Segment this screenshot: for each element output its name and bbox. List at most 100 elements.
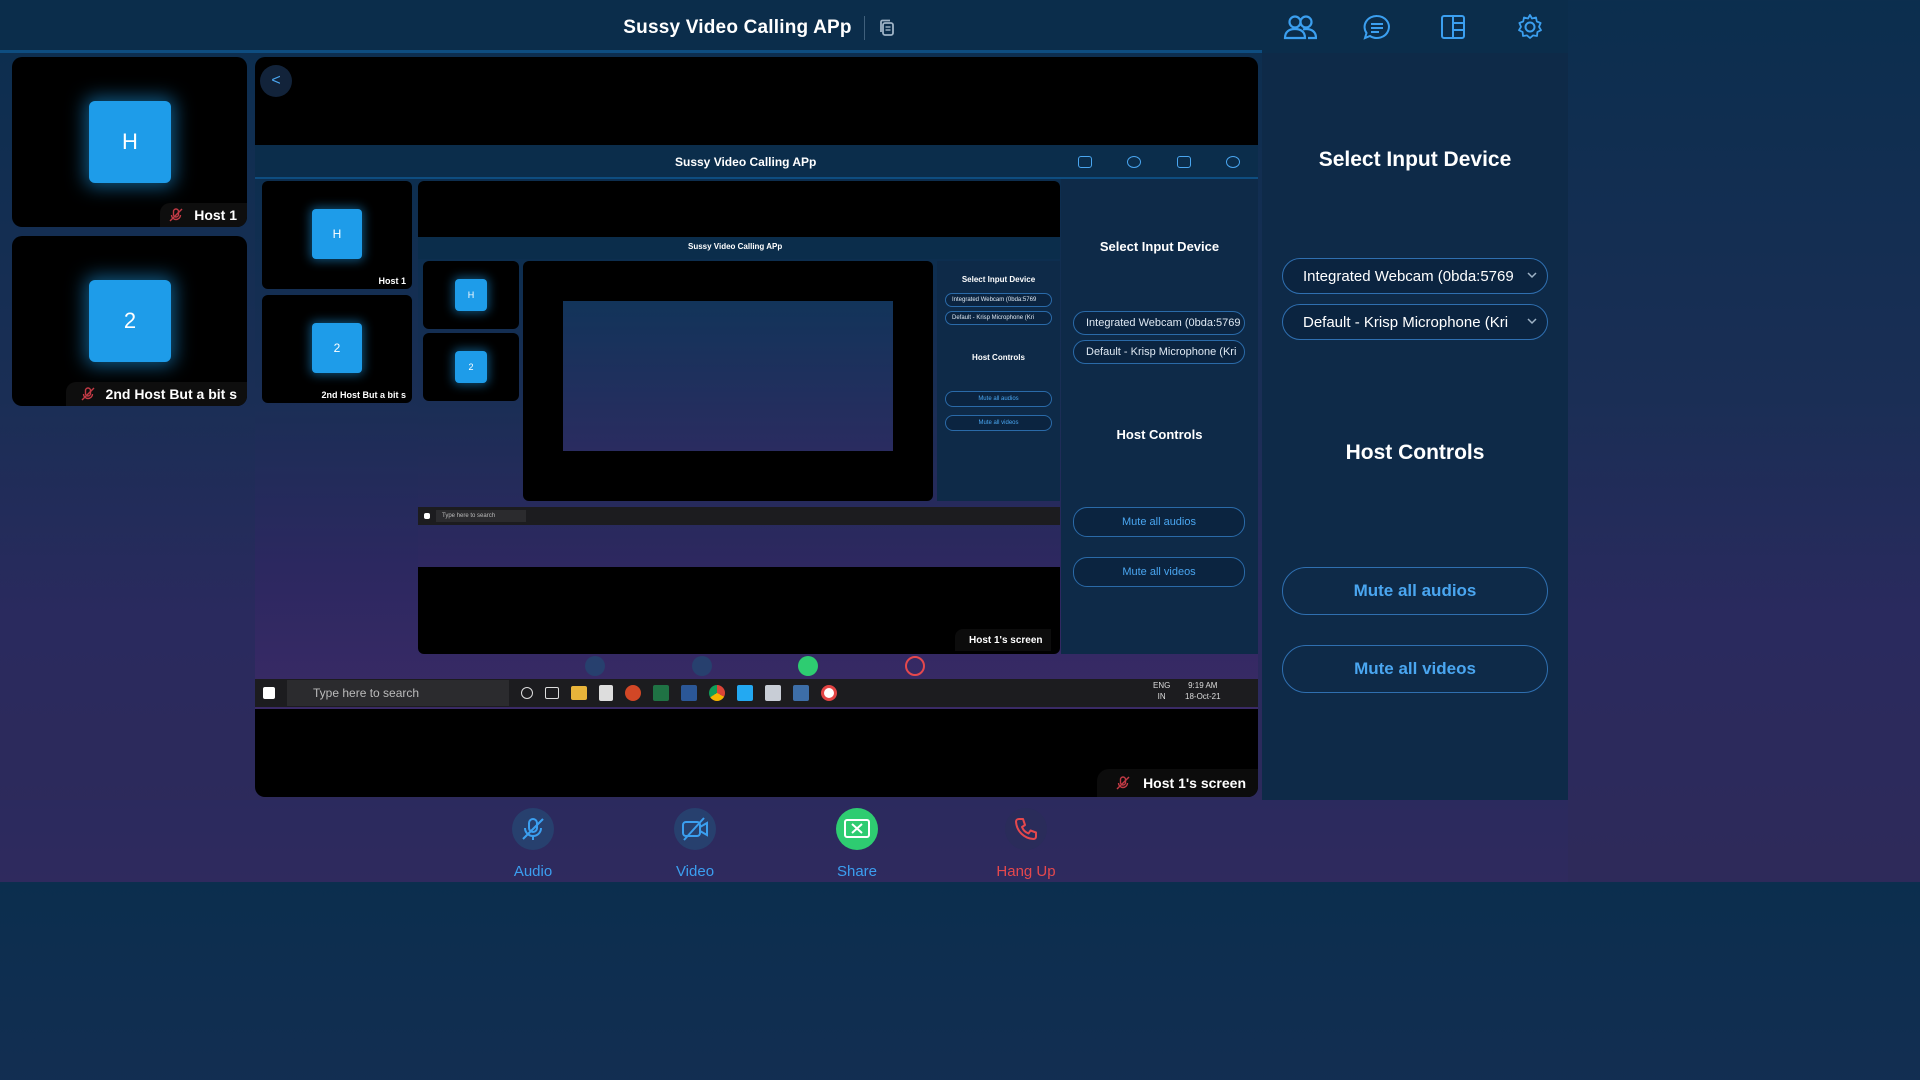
app-icon bbox=[821, 685, 837, 701]
participant-name: 2nd Host But a bit s bbox=[105, 386, 237, 402]
chat-button[interactable] bbox=[1355, 7, 1399, 47]
nested-participants-icon bbox=[1077, 156, 1092, 168]
audio-circle bbox=[512, 808, 554, 850]
nested-chat-icon bbox=[1127, 156, 1142, 168]
video-button[interactable]: Video bbox=[645, 808, 745, 880]
title-divider bbox=[863, 16, 865, 40]
hang-up-button[interactable]: Hang Up bbox=[976, 808, 1076, 880]
mute-all-videos-button[interactable]: Mute all videos bbox=[1282, 645, 1548, 693]
nested-tile-name: 2nd Host But a bit s bbox=[321, 390, 406, 400]
participants-button[interactable] bbox=[1278, 7, 1322, 47]
nested-taskbar: Type here to search 9:19 AM 18-Oct-21 EN… bbox=[255, 679, 1258, 707]
nested-stage: Sussy Video Calling APp H 2 Select Input… bbox=[418, 181, 1060, 654]
nested-avatar: H bbox=[312, 209, 362, 259]
deep-tile: 2 bbox=[423, 333, 519, 401]
deep-screen bbox=[563, 301, 893, 451]
copy-icon[interactable] bbox=[877, 18, 897, 38]
nested-top-icons bbox=[1060, 145, 1258, 179]
vscode-icon bbox=[737, 685, 753, 701]
top-icon-bar bbox=[1262, 0, 1568, 53]
deep-panel: Select Input Device Integrated Webcam (0… bbox=[937, 261, 1060, 501]
video-label: Video bbox=[675, 863, 715, 880]
chat-icon bbox=[1363, 14, 1390, 40]
deep-avatar: 2 bbox=[455, 351, 487, 383]
participant-name-tag: 2nd Host But a bit s bbox=[65, 382, 247, 406]
nested-tile-host2: 2 2nd Host But a bit s bbox=[262, 295, 412, 403]
host-controls-heading: Host Controls bbox=[1345, 441, 1485, 464]
deep-host-controls: Host Controls bbox=[972, 353, 1025, 362]
screen-owner-name: Host 1's screen bbox=[1143, 775, 1246, 791]
phone-icon bbox=[1015, 818, 1037, 840]
screen-share-label: Host 1's screen bbox=[1097, 769, 1258, 797]
mic-off-icon bbox=[522, 818, 544, 840]
select-input-device-heading: Select Input Device bbox=[1318, 148, 1512, 171]
settings-button[interactable] bbox=[1508, 7, 1552, 47]
layout-icon bbox=[1441, 14, 1466, 39]
avatar: 2 bbox=[89, 280, 171, 362]
nested-avatar: 2 bbox=[312, 323, 362, 373]
participant-name-tag: Host 1 bbox=[160, 203, 247, 227]
word-icon bbox=[681, 685, 697, 701]
region-code: IN bbox=[1157, 692, 1166, 701]
nested-side-panel: Select Input Device Integrated Webcam (0… bbox=[1061, 179, 1258, 654]
avatar: H bbox=[89, 101, 171, 183]
deep-panel-heading: Select Input Device bbox=[961, 275, 1036, 284]
nested-app-title: Sussy Video Calling APp bbox=[675, 155, 817, 169]
excel-icon bbox=[653, 685, 669, 701]
camera-select[interactable]: Integrated Webcam (0bda:5769 bbox=[1282, 258, 1548, 294]
nested-top-bar: Sussy Video Calling APp bbox=[255, 145, 1258, 179]
share-circle bbox=[836, 808, 878, 850]
task-view-icon bbox=[545, 687, 559, 699]
share-label: Share bbox=[836, 863, 878, 880]
deep-mic-select: Default - Krisp Microphone (Kri bbox=[945, 311, 1052, 325]
microphone-select[interactable]: Default - Krisp Microphone (Kri bbox=[1282, 304, 1548, 340]
video-circle bbox=[674, 808, 716, 850]
participants-icon bbox=[1284, 14, 1318, 39]
lang-code: ENG bbox=[1153, 681, 1171, 690]
cortana-icon bbox=[521, 687, 533, 699]
audio-button[interactable]: Audio bbox=[483, 808, 583, 880]
app-icon bbox=[765, 685, 781, 701]
mic-off-icon bbox=[1116, 776, 1130, 790]
deep-mute-audios: Mute all audios bbox=[945, 391, 1052, 407]
taskbar-clock: 9:19 AM 18-Oct-21 bbox=[1185, 680, 1221, 702]
nested-tile-name: Host 1 bbox=[378, 276, 406, 286]
taskbar-language: ENG IN bbox=[1153, 680, 1170, 702]
shared-screen-content: Sussy Video Calling APp H Host 1 2 2nd H… bbox=[255, 145, 1258, 709]
deep-start-icon bbox=[424, 513, 430, 519]
audio-label: Audio bbox=[513, 863, 553, 880]
nested-hangup-icon bbox=[904, 656, 925, 676]
mic-off-icon bbox=[169, 208, 183, 222]
stop-share-icon bbox=[844, 819, 870, 838]
deep-search-box: Type here to search bbox=[436, 510, 526, 522]
app-title: Sussy Video Calling APp bbox=[623, 17, 852, 38]
video-off-icon bbox=[682, 817, 708, 841]
back-button[interactable]: < bbox=[260, 65, 292, 97]
participant-tile-host2[interactable]: 2 2nd Host But a bit s bbox=[12, 236, 247, 406]
nested-inner-title: Sussy Video Calling APp bbox=[688, 242, 783, 251]
mute-all-audios-button[interactable]: Mute all audios bbox=[1282, 567, 1548, 615]
nested-select-heading: Select Input Device bbox=[1099, 239, 1220, 254]
share-button[interactable]: Share bbox=[807, 808, 907, 880]
chevron-down-icon bbox=[1527, 272, 1537, 279]
hangup-circle bbox=[1005, 808, 1047, 850]
nested-camera-select: Integrated Webcam (0bda:5769 bbox=[1073, 311, 1245, 335]
calculator-icon bbox=[599, 685, 613, 701]
nested-host-controls: Host Controls bbox=[1116, 427, 1203, 442]
layout-button[interactable] bbox=[1431, 7, 1475, 47]
call-control-bar: Audio Video Share Hang Up bbox=[0, 800, 1568, 882]
nested-video-icon bbox=[691, 656, 712, 676]
taskbar-search: Type here to search bbox=[287, 680, 509, 706]
hangup-label: Hang Up bbox=[996, 863, 1056, 880]
settings-panel: Select Input Device Integrated Webcam (0… bbox=[1262, 53, 1568, 800]
file-explorer-icon bbox=[571, 686, 587, 700]
deep-avatar: H bbox=[455, 279, 487, 311]
participant-name: Host 1 bbox=[194, 207, 237, 223]
app-icon bbox=[793, 685, 809, 701]
nested-tile-host1: H Host 1 bbox=[262, 181, 412, 289]
nested-audio-icon bbox=[585, 656, 605, 676]
chevron-down-icon bbox=[1527, 318, 1537, 325]
participant-tile-host1[interactable]: H Host 1 bbox=[12, 57, 247, 227]
chrome-icon bbox=[709, 685, 725, 701]
screen-share-stage: < Sussy Video Calling APp H Host 1 2 2nd… bbox=[255, 57, 1258, 797]
